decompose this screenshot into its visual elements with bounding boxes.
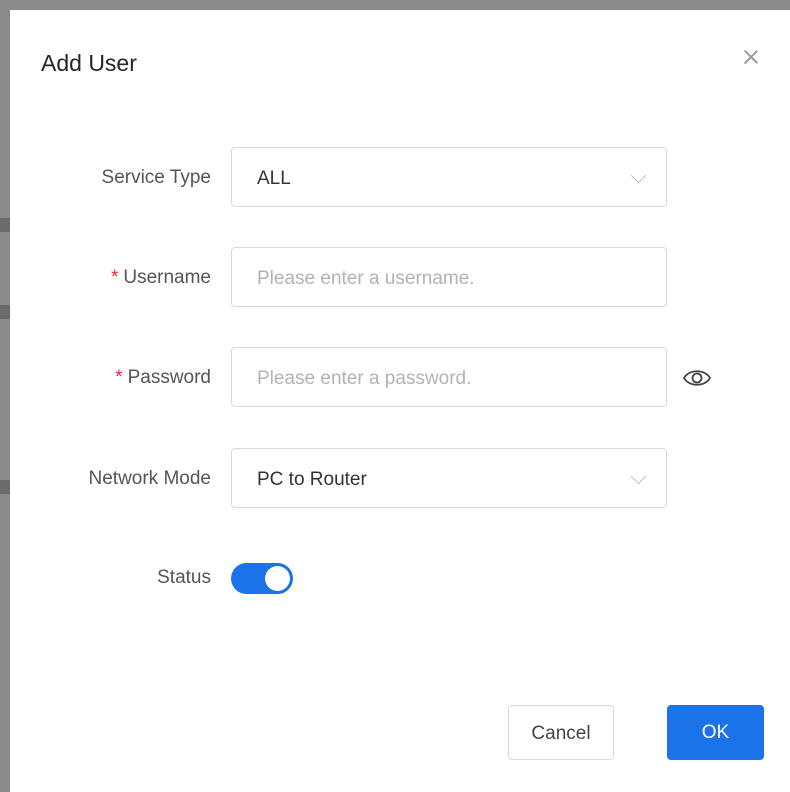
password-row: * Password Please enter a password. (10, 347, 787, 409)
username-label: * Username (111, 247, 211, 309)
dialog-title: Add User (41, 50, 137, 76)
required-mark: * (115, 367, 123, 388)
status-row: Status (10, 547, 787, 609)
username-label-text: Username (123, 267, 211, 288)
eye-icon[interactable] (682, 364, 712, 392)
password-label: * Password (115, 347, 211, 409)
service-type-row: Service Type ALL (10, 147, 787, 209)
password-input[interactable]: Please enter a password. (231, 347, 667, 407)
password-placeholder: Please enter a password. (257, 368, 472, 389)
status-label-text: Status (157, 567, 211, 588)
background-peek (0, 218, 10, 232)
status-label: Status (157, 547, 211, 609)
toggle-knob (265, 566, 290, 591)
background-peek (0, 305, 10, 319)
network-mode-row: Network Mode PC to Router (10, 448, 787, 510)
background-window-edge-left (0, 0, 10, 792)
service-type-label: Service Type (102, 147, 211, 209)
cancel-button[interactable]: Cancel (508, 705, 614, 760)
network-mode-value: PC to Router (257, 469, 367, 490)
service-type-select[interactable]: ALL (231, 147, 667, 207)
service-type-label-text: Service Type (101, 167, 211, 188)
ok-button[interactable]: OK (667, 705, 764, 760)
service-type-value: ALL (257, 168, 291, 189)
chevron-down-icon (630, 167, 647, 184)
background-window-edge (0, 0, 790, 10)
background-peek (0, 480, 10, 494)
username-input[interactable]: Please enter a username. (231, 247, 667, 307)
username-placeholder: Please enter a username. (257, 268, 475, 289)
password-label-text: Password (127, 367, 211, 388)
chevron-down-icon (630, 468, 647, 485)
close-icon[interactable] (740, 46, 762, 68)
add-user-dialog: Add User Service Type ALL * Username Plea… (10, 10, 787, 788)
username-row: * Username Please enter a username. (10, 247, 787, 309)
network-mode-label: Network Mode (89, 448, 212, 510)
network-mode-select[interactable]: PC to Router (231, 448, 667, 508)
network-mode-label-text: Network Mode (88, 468, 212, 489)
status-toggle[interactable] (231, 563, 293, 594)
required-mark: * (110, 267, 119, 288)
